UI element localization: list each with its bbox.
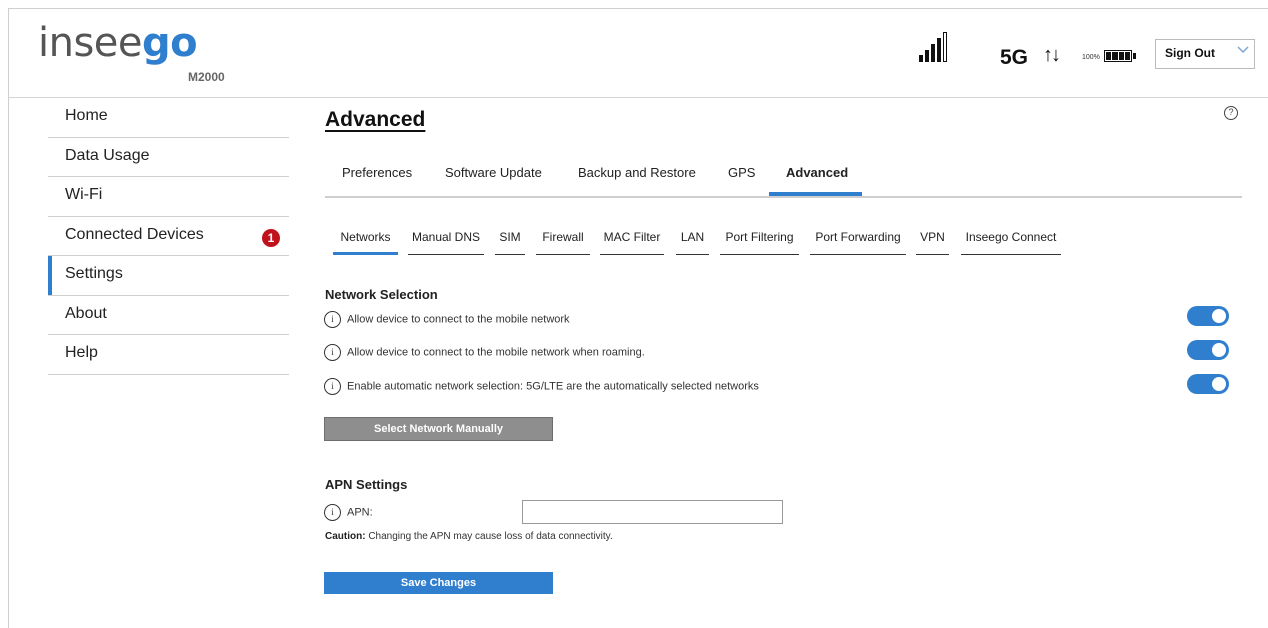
page-title: Advanced: [325, 108, 426, 131]
sidebar-item-data-usage[interactable]: Data Usage: [48, 138, 289, 177]
caution-text: Changing the APN may cause loss of data …: [365, 531, 613, 542]
subtab-vpn[interactable]: VPN: [916, 228, 949, 255]
apn-settings-title: APN Settings: [325, 477, 408, 492]
apn-input[interactable]: [522, 500, 783, 524]
subtab-port-filtering[interactable]: Port Filtering: [720, 228, 799, 255]
setting-row-mobile-network: i Allow device to connect to the mobile n…: [324, 311, 570, 328]
sidebar-item-settings[interactable]: Settings: [48, 256, 289, 296]
setting-label: Enable automatic network selection: 5G/L…: [347, 380, 759, 393]
apn-caution: Caution: Changing the APN may cause loss…: [325, 531, 613, 542]
header: inseego M2000: [8, 8, 1268, 98]
info-icon[interactable]: i: [324, 311, 341, 328]
save-changes-button[interactable]: Save Changes: [324, 572, 553, 594]
subtab-lan[interactable]: LAN: [676, 228, 709, 255]
sidebar-item-label: Wi-Fi: [65, 186, 103, 203]
help-icon[interactable]: ?: [1224, 106, 1238, 120]
network-selection-title: Network Selection: [325, 287, 438, 302]
battery-icon: [1104, 50, 1132, 62]
setting-label: Allow device to connect to the mobile ne…: [347, 346, 645, 359]
active-tab-indicator: [769, 192, 862, 196]
subtab-networks[interactable]: Networks: [333, 228, 398, 255]
logo-text-part2: go: [142, 20, 198, 66]
tab-preferences[interactable]: Preferences: [342, 165, 412, 198]
sidebar-nav: Home Data Usage Wi-Fi Connected Devices …: [48, 98, 289, 375]
mobile-network-toggle[interactable]: [1187, 306, 1229, 326]
device-model: M2000: [188, 70, 225, 84]
logo-text-part1: insee: [38, 20, 143, 66]
info-icon[interactable]: i: [324, 378, 341, 395]
sidebar-item-home[interactable]: Home: [48, 98, 289, 138]
subtab-mac-filter[interactable]: MAC Filter: [600, 228, 664, 255]
select-network-manually-button[interactable]: Select Network Manually: [324, 417, 553, 441]
chevron-down-icon: [1237, 46, 1249, 54]
setting-row-roaming: i Allow device to connect to the mobile n…: [324, 344, 645, 361]
subtab-firewall[interactable]: Firewall: [536, 228, 590, 255]
info-icon[interactable]: i: [324, 344, 341, 361]
auto-network-toggle[interactable]: [1187, 374, 1229, 394]
notification-badge: 1: [262, 228, 280, 247]
caution-label: Caution:: [325, 531, 366, 542]
sign-out-dropdown[interactable]: Sign Out: [1155, 39, 1255, 69]
subtab-port-forwarding[interactable]: Port Forwarding: [810, 228, 906, 255]
battery-tip: [1133, 53, 1136, 59]
settings-tabs: Preferences Software Update Backup and R…: [325, 160, 1242, 198]
sidebar-item-label: Connected Devices: [65, 225, 204, 243]
sidebar-item-label: Home: [65, 107, 108, 124]
tab-gps[interactable]: GPS: [728, 165, 755, 198]
tab-backup-restore[interactable]: Backup and Restore: [578, 165, 696, 198]
sidebar-item-label: About: [65, 304, 107, 322]
roaming-toggle[interactable]: [1187, 340, 1229, 360]
sidebar-item-connected-devices[interactable]: Connected Devices 1: [48, 217, 289, 256]
tab-software-update[interactable]: Software Update: [445, 165, 542, 198]
apn-label: APN:: [347, 506, 373, 519]
battery-percent: 100%: [1082, 54, 1100, 61]
sidebar-item-wifi[interactable]: Wi-Fi: [48, 177, 289, 217]
setting-row-auto-network: i Enable automatic network selection: 5G/…: [324, 378, 759, 395]
subtab-sim[interactable]: SIM: [495, 228, 525, 255]
transfer-arrows-icon: ↑↓: [1043, 44, 1061, 66]
subtab-manual-dns[interactable]: Manual DNS: [408, 228, 484, 255]
signal-bars-icon: [913, 32, 947, 62]
info-icon[interactable]: i: [324, 504, 341, 521]
sidebar-item-help[interactable]: Help: [48, 335, 289, 375]
network-type: 5G: [1000, 46, 1029, 69]
setting-label: Allow device to connect to the mobile ne…: [347, 313, 570, 326]
sidebar-item-label: Data Usage: [65, 146, 150, 164]
sidebar-item-label: Settings: [65, 265, 123, 282]
sidebar-item-label: Help: [65, 344, 98, 361]
inseego-logo: inseego: [38, 20, 198, 66]
sign-out-label: Sign Out: [1165, 46, 1215, 60]
setting-row-apn: i APN:: [324, 504, 373, 521]
subtab-inseego-connect[interactable]: Inseego Connect: [961, 228, 1061, 255]
sidebar-item-about[interactable]: About: [48, 296, 289, 335]
